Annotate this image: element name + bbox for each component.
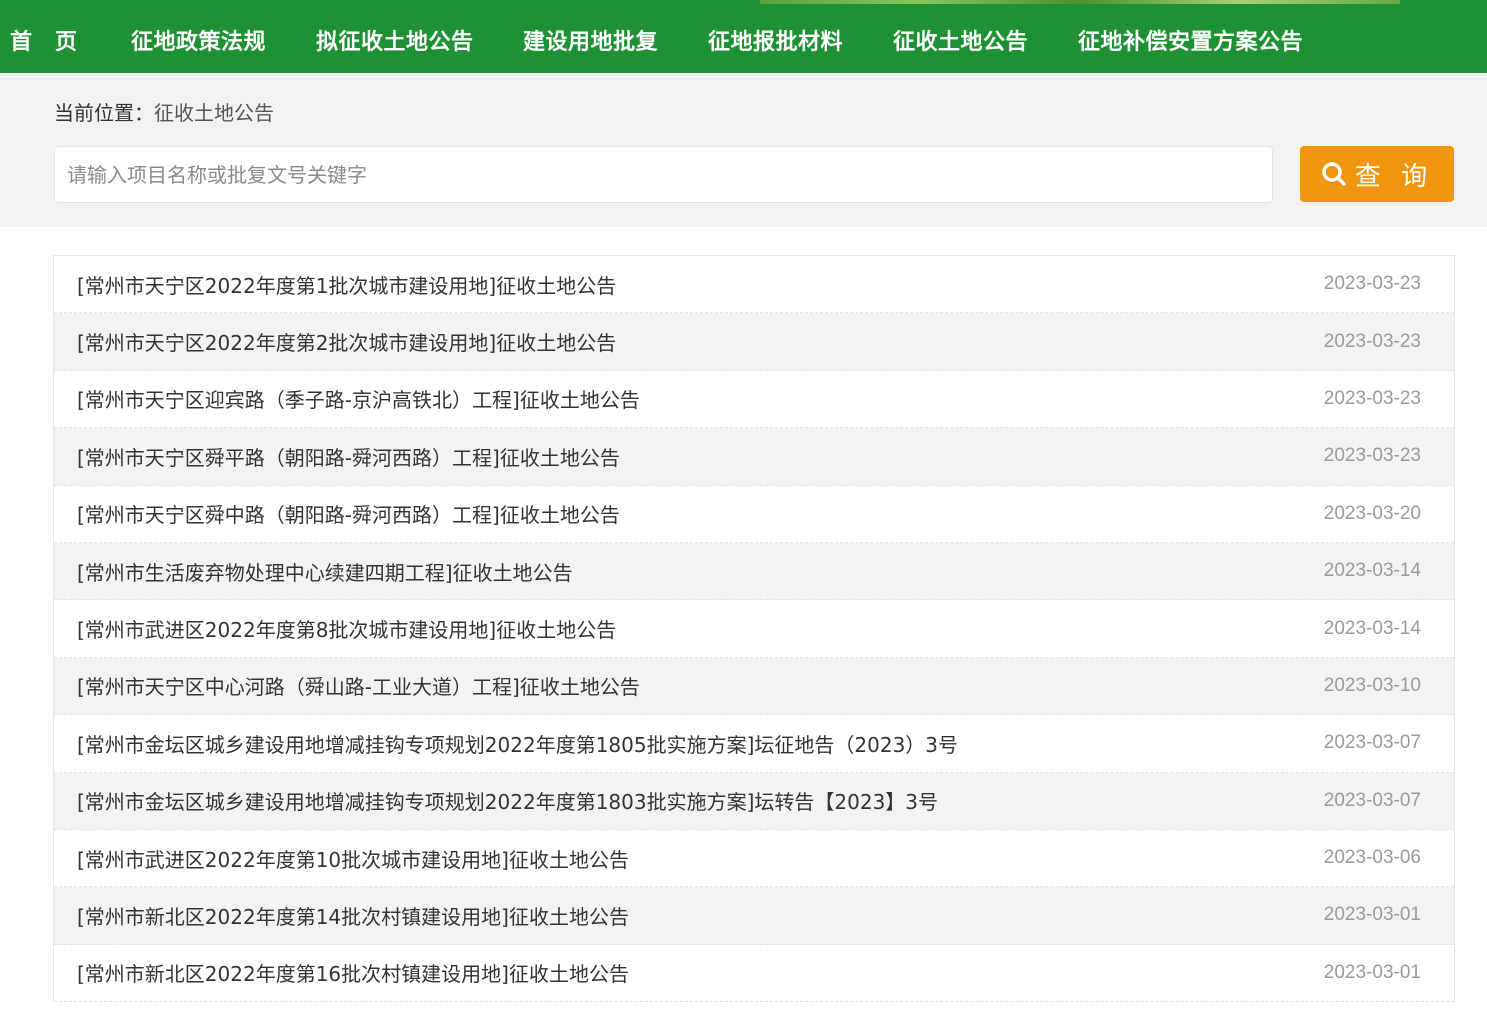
list-item[interactable]: [常州市天宁区迎宾路（季子路-京沪高铁北）工程]征收土地公告 2023-03-23	[54, 371, 1454, 429]
list-item-date: 2023-03-14	[1323, 617, 1421, 639]
list-item[interactable]: [常州市天宁区舜平路（朝阳路-舜河西路）工程]征收土地公告 2023-03-23	[54, 428, 1454, 486]
list-item-date: 2023-03-06	[1323, 847, 1421, 869]
list-item-date: 2023-03-20	[1323, 502, 1421, 524]
list-item-title[interactable]: [常州市天宁区迎宾路（季子路-京沪高铁北）工程]征收土地公告	[77, 384, 640, 413]
search-button-label: 查 询	[1354, 161, 1434, 192]
list-item[interactable]: [常州市金坛区城乡建设用地增减挂钩专项规划2022年度第1805批实施方案]坛征…	[54, 715, 1454, 773]
list-item-date: 2023-03-01	[1323, 904, 1421, 926]
list-item-title[interactable]: [常州市新北区2022年度第14批次村镇建设用地]征收土地公告	[77, 901, 629, 930]
list-item[interactable]: [常州市新北区2022年度第14批次村镇建设用地]征收土地公告 2023-03-0…	[54, 887, 1454, 945]
list-item-title[interactable]: [常州市天宁区2022年度第2批次城市建设用地]征收土地公告	[77, 327, 616, 356]
nav-item-proposed-notice[interactable]: 拟征收土地公告	[316, 24, 474, 56]
list-item-title[interactable]: [常州市金坛区城乡建设用地增减挂钩专项规划2022年度第1805批实施方案]坛征…	[77, 729, 958, 758]
notice-list: [常州市天宁区2022年度第1批次城市建设用地]征收土地公告 2023-03-23…	[53, 255, 1455, 1003]
nav-item-approval[interactable]: 建设用地批复	[523, 24, 658, 56]
list-item-date: 2023-03-23	[1323, 273, 1421, 295]
top-nav-bar: 首 页 征地政策法规 拟征收土地公告 建设用地批复 征地报批材料 征收土地公告 …	[0, 0, 1487, 73]
list-item-date: 2023-03-23	[1323, 330, 1421, 352]
list-item-title[interactable]: [常州市天宁区舜中路（朝阳路-舜河西路）工程]征收土地公告	[77, 499, 620, 528]
search-icon	[1322, 162, 1346, 186]
breadcrumb: 当前位置：征收土地公告	[54, 97, 274, 126]
list-item[interactable]: [常州市新北区2022年度第16批次村镇建设用地]征收土地公告 2023-03-0…	[54, 945, 1454, 1003]
search-input[interactable]	[55, 147, 1272, 202]
list-item[interactable]: [常州市天宁区2022年度第1批次城市建设用地]征收土地公告 2023-03-23	[54, 256, 1454, 314]
list-item-date: 2023-03-23	[1323, 445, 1421, 467]
list-item[interactable]: [常州市武进区2022年度第8批次城市建设用地]征收土地公告 2023-03-14	[54, 600, 1454, 658]
list-item-date: 2023-03-10	[1323, 674, 1421, 696]
list-item-title[interactable]: [常州市生活废弃物处理中心续建四期工程]征收土地公告	[77, 557, 573, 586]
list-item[interactable]: [常州市武进区2022年度第10批次城市建设用地]征收土地公告 2023-03-0…	[54, 830, 1454, 888]
list-item-title[interactable]: [常州市天宁区2022年度第1批次城市建设用地]征收土地公告	[77, 270, 616, 299]
breadcrumb-prefix: 当前位置：	[54, 101, 154, 125]
list-item-title[interactable]: [常州市新北区2022年度第16批次村镇建设用地]征收土地公告	[77, 958, 629, 987]
list-item-title[interactable]: [常州市天宁区舜平路（朝阳路-舜河西路）工程]征收土地公告	[77, 442, 620, 471]
list-item-title[interactable]: [常州市天宁区中心河路（舜山路-工业大道）工程]征收土地公告	[77, 671, 640, 700]
nav-item-expropriation-notice[interactable]: 征收土地公告	[893, 24, 1028, 56]
nav-item-materials[interactable]: 征地报批材料	[708, 24, 843, 56]
list-item-date: 2023-03-23	[1323, 387, 1421, 409]
list-item-title[interactable]: [常州市武进区2022年度第10批次城市建设用地]征收土地公告	[77, 844, 629, 873]
nav-item-policy[interactable]: 征地政策法规	[131, 24, 266, 56]
list-item-date: 2023-03-07	[1323, 789, 1421, 811]
list-item-date: 2023-03-14	[1323, 560, 1421, 582]
list-item-date: 2023-03-07	[1323, 732, 1421, 754]
nav-item-home[interactable]: 首 页	[10, 24, 78, 56]
nav-item-compensation-notice[interactable]: 征地补偿安置方案公告	[1078, 24, 1303, 56]
list-item[interactable]: [常州市天宁区2022年度第2批次城市建设用地]征收土地公告 2023-03-23	[54, 313, 1454, 371]
banner-decoration	[760, 0, 1400, 4]
breadcrumb-current[interactable]: 征收土地公告	[154, 101, 274, 125]
list-item[interactable]: [常州市天宁区舜中路（朝阳路-舜河西路）工程]征收土地公告 2023-03-20	[54, 486, 1454, 543]
list-item[interactable]: [常州市生活废弃物处理中心续建四期工程]征收土地公告 2023-03-14	[54, 542, 1454, 601]
list-item-date: 2023-03-01	[1323, 961, 1421, 983]
list-item[interactable]: [常州市天宁区中心河路（舜山路-工业大道）工程]征收土地公告 2023-03-10	[54, 657, 1454, 716]
list-item-title[interactable]: [常州市金坛区城乡建设用地增减挂钩专项规划2022年度第1803批实施方案]坛转…	[77, 786, 938, 815]
list-item-title[interactable]: [常州市武进区2022年度第8批次城市建设用地]征收土地公告	[77, 614, 616, 643]
search-box	[54, 146, 1273, 203]
list-item[interactable]: [常州市金坛区城乡建设用地增减挂钩专项规划2022年度第1803批实施方案]坛转…	[54, 772, 1454, 830]
search-button[interactable]: 查 询	[1300, 146, 1454, 202]
